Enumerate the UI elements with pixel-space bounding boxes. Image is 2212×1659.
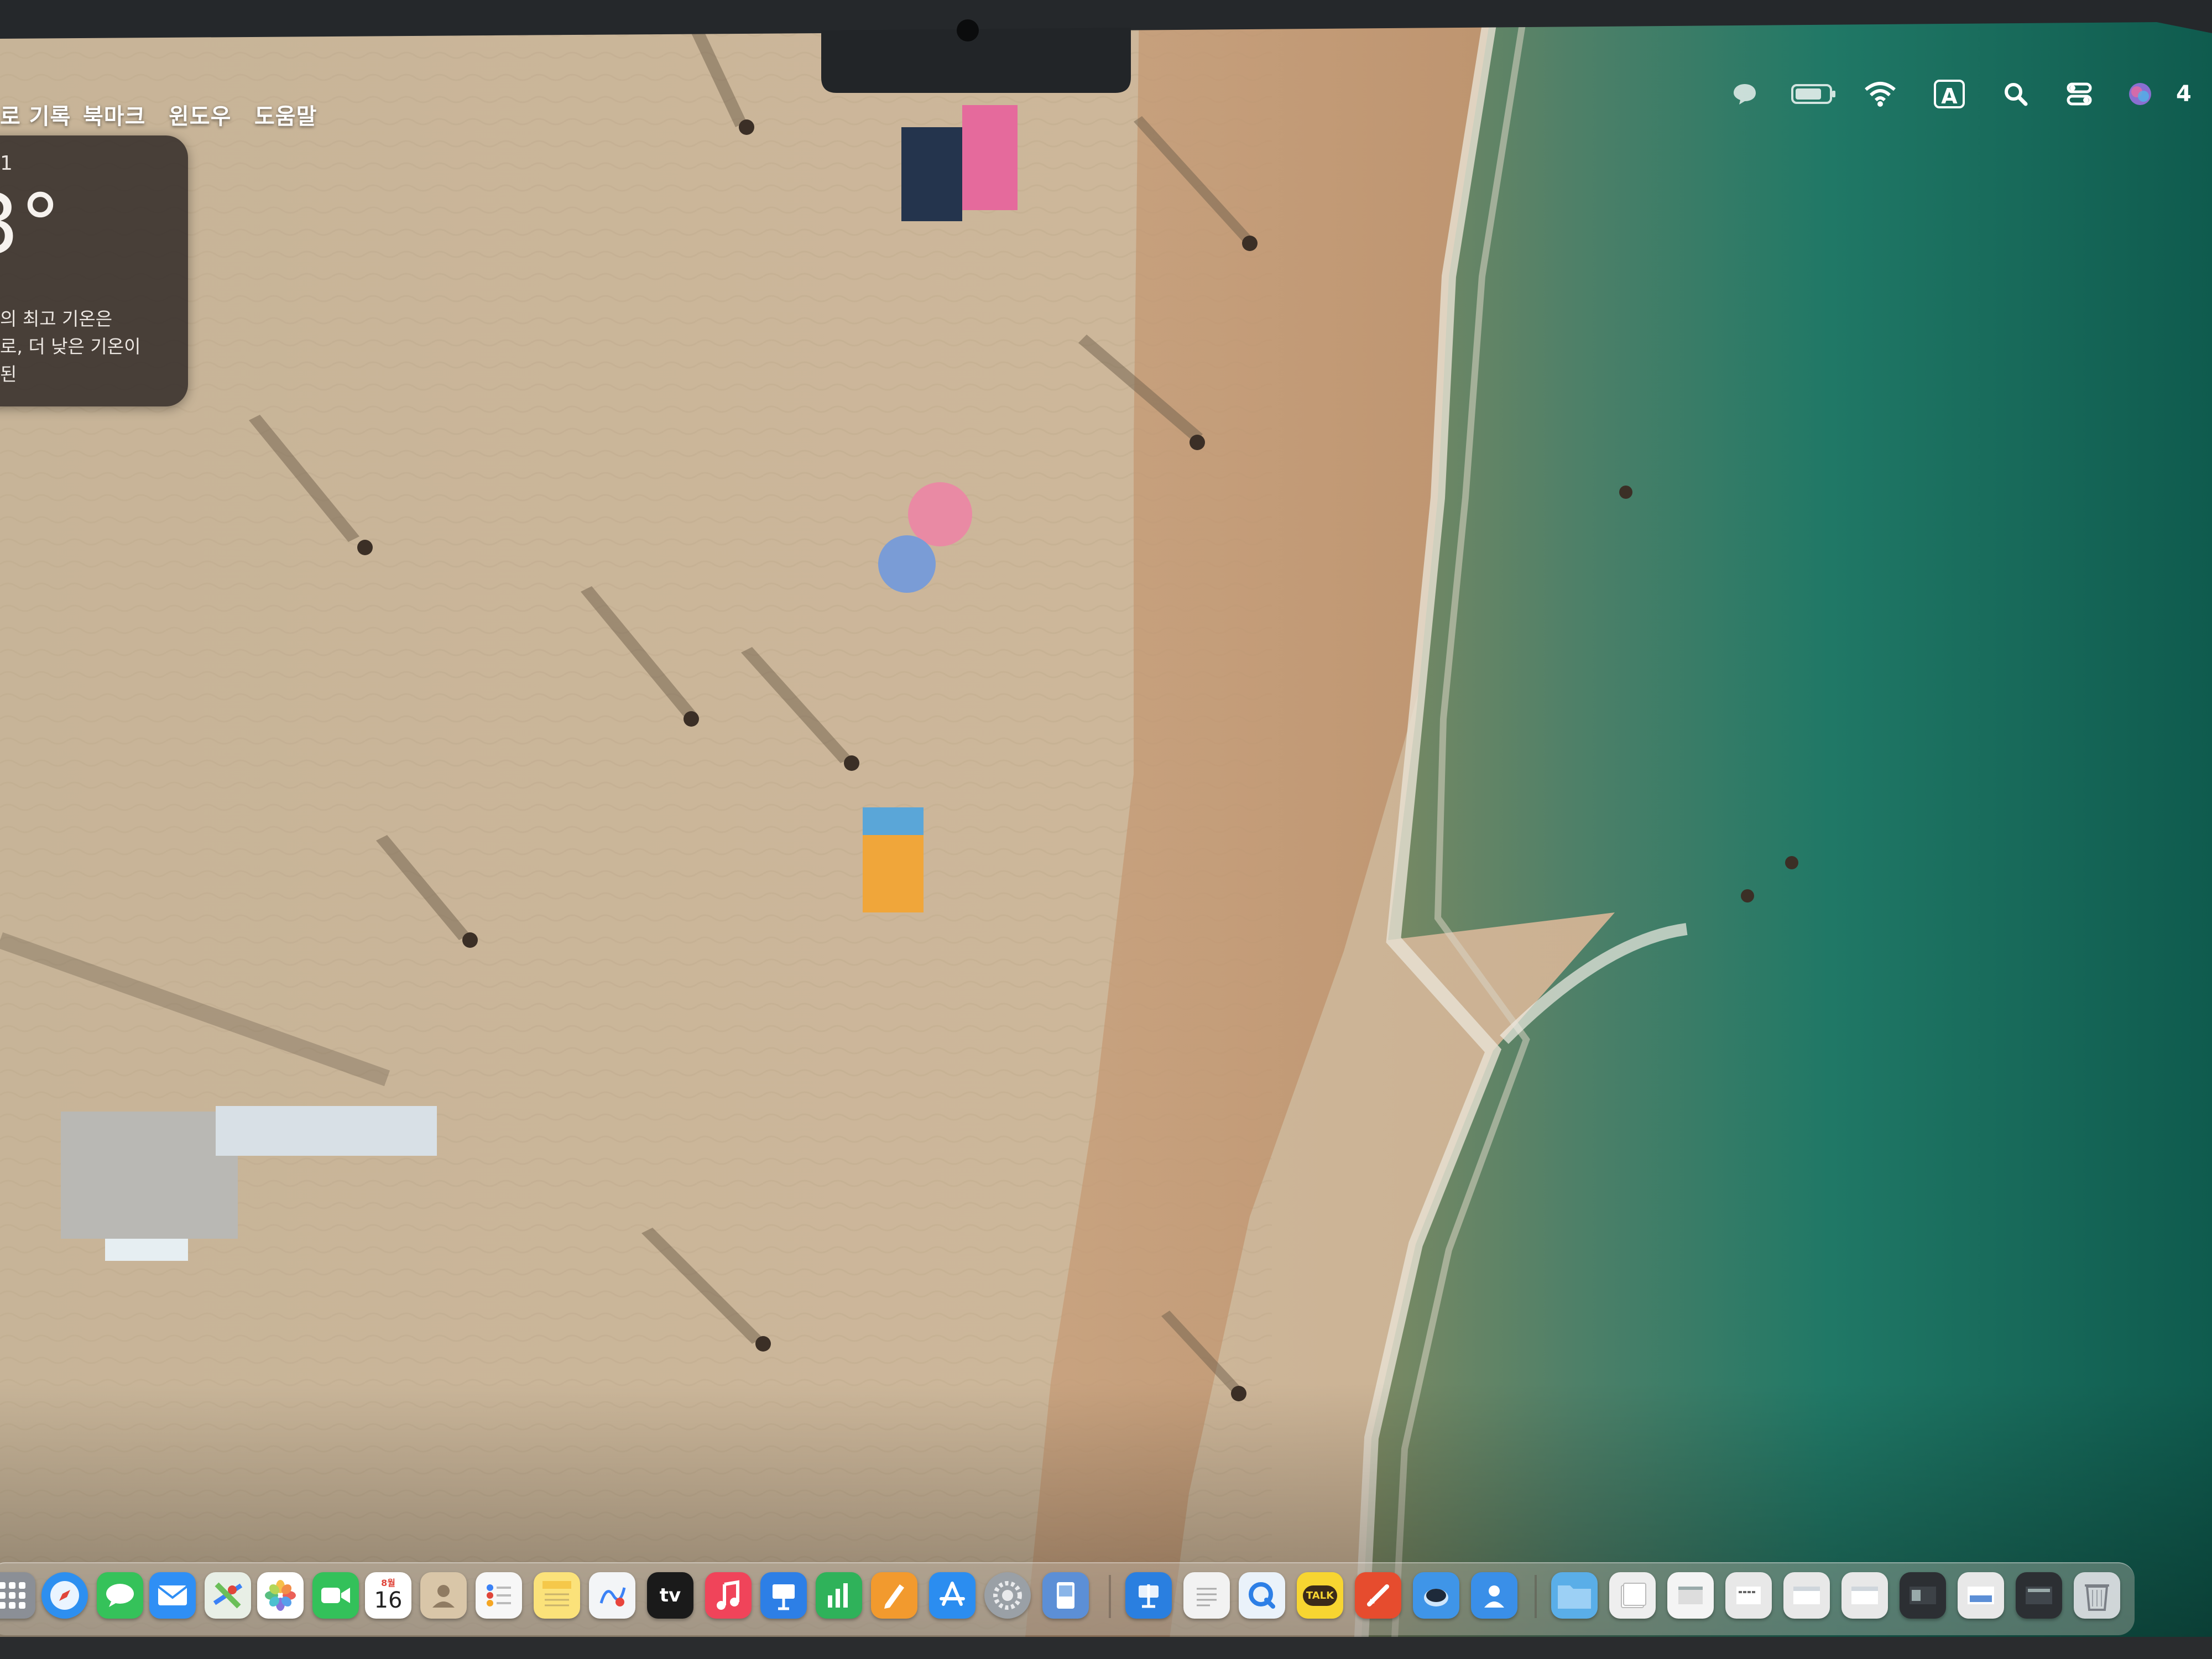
weather-temperature: 3° [0,177,61,273]
battery-icon[interactable] [1789,75,1839,113]
menu-window[interactable]: 윈도우 [169,98,231,131]
weather-summary-line-1: 의 최고 기온은 [0,308,113,330]
input-source-label: A [1934,80,1965,108]
weather-summary-line-2: 로, 더 낮은 기온이 [0,336,141,357]
maps-icon[interactable] [205,1572,251,1619]
desktop-screen: 로 기록 북마크 윈도우 도움말 A 4 1 3° [0,0,2212,1659]
numbers-icon[interactable] [816,1572,862,1619]
notes-icon[interactable] [534,1572,580,1619]
document-stack-icon[interactable] [1609,1572,1656,1619]
mail-icon[interactable] [149,1572,196,1619]
app-store-icon[interactable] [929,1572,975,1619]
weather-location: 1 [0,152,13,175]
calendar-month: 8월 [381,1578,395,1588]
clock-icon[interactable]: 4 [2176,75,2212,113]
weather-widget[interactable]: 1 3° 의 최고 기온은 로, 더 낮은 기온이 된 [0,135,188,406]
window-thumbnail-icon[interactable] [1900,1572,1946,1619]
quicktime-icon[interactable] [1239,1572,1285,1619]
finder-alt-icon[interactable] [1413,1572,1459,1619]
kakaotalk-label: TALK [1302,1585,1338,1606]
menu-bar: 로 기록 북마크 윈도우 도움말 A 4 [0,39,2212,129]
contacts-icon[interactable] [420,1572,467,1619]
reminders-icon[interactable] [476,1572,522,1619]
window-thumbnail-icon[interactable] [2016,1572,2062,1619]
window-thumbnail-icon[interactable] [1725,1572,1772,1619]
launchpad-icon[interactable] [0,1572,35,1619]
dock-separator [1109,1575,1111,1618]
facetime-icon[interactable] [312,1572,359,1619]
message-icon[interactable] [1725,75,1764,113]
calendar-day: 16 [374,1588,403,1613]
dock-separator [1535,1575,1537,1618]
keynote-alt-icon[interactable] [1125,1572,1172,1619]
pages-icon[interactable] [871,1572,917,1619]
window-thumbnail-icon[interactable] [1841,1572,1888,1619]
music-icon[interactable] [705,1572,752,1619]
window-thumbnail-icon[interactable] [1667,1572,1714,1619]
preview-icon[interactable] [1042,1572,1089,1619]
menu-help[interactable]: 도움말 [254,98,317,131]
calendar-icon[interactable]: 8월 16 [365,1572,411,1619]
apple-tv-icon[interactable]: tv [647,1572,693,1619]
system-settings-icon[interactable] [984,1572,1031,1619]
photos-icon[interactable] [257,1572,304,1619]
window-thumbnail-icon[interactable] [1958,1572,2004,1619]
zoom-icon[interactable] [1355,1572,1401,1619]
siri-icon[interactable] [2121,75,2159,113]
freeform-icon[interactable] [589,1572,635,1619]
textedit-icon[interactable] [1183,1572,1230,1619]
wifi-icon[interactable] [1861,75,1900,113]
input-source-icon[interactable]: A [1930,75,1969,113]
downloads-folder-icon[interactable] [1551,1572,1598,1619]
messages-icon[interactable] [97,1572,143,1619]
person-icon[interactable] [1471,1572,1517,1619]
control-center-icon[interactable] [2060,75,2099,113]
spotlight-search-icon[interactable] [1996,75,2035,113]
screen-bezel [0,0,2212,1659]
clock-text: 4 [2176,81,2192,107]
trash-icon[interactable] [2074,1572,2120,1619]
menu-bookmarks[interactable]: 북마크 [83,98,145,131]
safari-icon[interactable] [41,1572,88,1619]
keynote-icon[interactable] [760,1572,807,1619]
menu-history[interactable]: 로 기록 [0,98,71,131]
kakaotalk-icon[interactable]: TALK [1297,1572,1343,1619]
apple-tv-label: tv [659,1584,681,1606]
weather-summary-line-3: 된 [0,363,17,385]
window-thumbnail-icon[interactable] [1783,1572,1830,1619]
